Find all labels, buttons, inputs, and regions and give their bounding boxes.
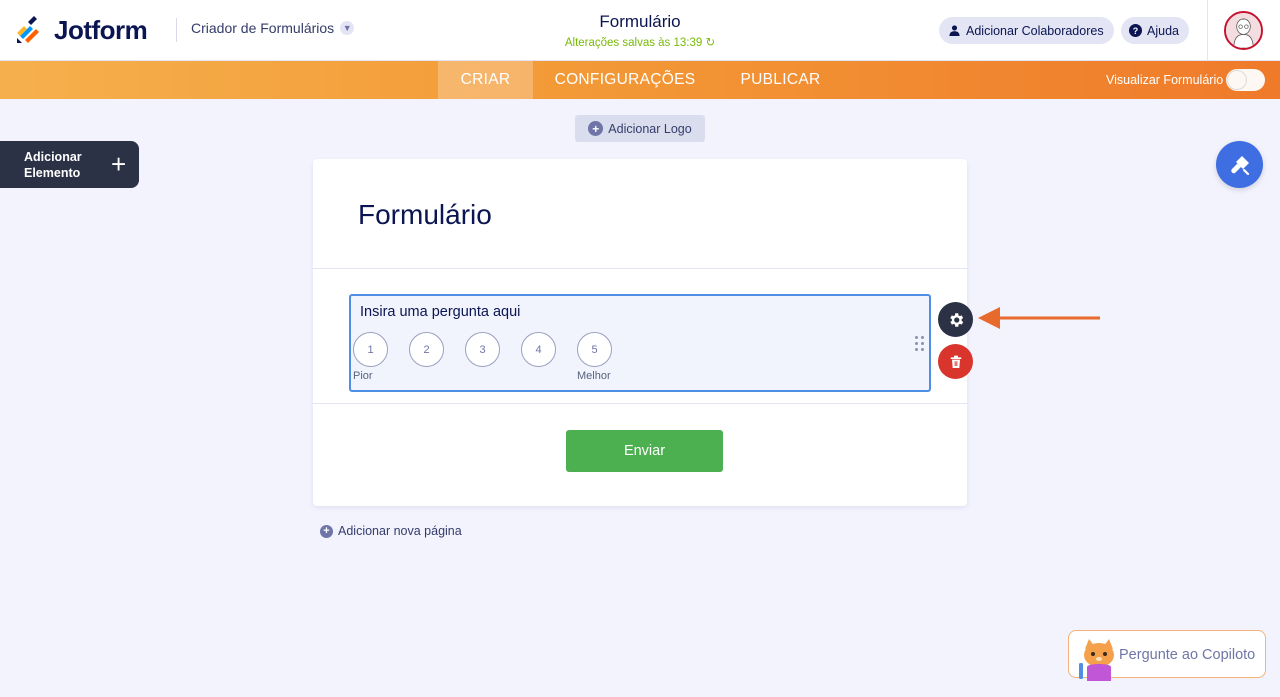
add-new-page-label: Adicionar nova página xyxy=(338,524,462,538)
saved-status: Alterações salvas às 13:39 ↻ xyxy=(564,37,716,49)
divider xyxy=(313,268,967,269)
scale-rating-question[interactable]: Insira uma pergunta aqui 1 2 3 4 5 Pior … xyxy=(349,294,931,392)
add-element-label: Adicionar Elemento xyxy=(24,149,82,180)
form-card: Formulário Insira uma pergunta aqui 1 2 … xyxy=(313,159,967,506)
help-button[interactable]: ? Ajuda xyxy=(1121,17,1189,44)
header-divider xyxy=(176,18,177,42)
plus-icon: + xyxy=(111,149,127,179)
plus-circle-icon: + xyxy=(320,524,333,538)
add-collaborators-button[interactable]: Adicionar Colaboradores xyxy=(939,17,1114,44)
brand-name: Jotform xyxy=(54,14,148,45)
drag-handle-icon[interactable] xyxy=(915,336,925,352)
header-divider-right xyxy=(1207,0,1208,61)
copilot-label: Pergunte ao Copiloto xyxy=(1119,647,1256,663)
help-label: Ajuda xyxy=(1147,23,1179,38)
plus-circle-icon: + xyxy=(588,121,604,136)
rating-option-3[interactable]: 3 xyxy=(465,332,500,367)
gear-icon xyxy=(949,312,963,327)
question-icon: ? xyxy=(1129,24,1142,37)
form-title-header: Formulário Alterações salvas às 13:39 ↻ xyxy=(540,12,740,49)
builder-dropdown[interactable]: Criador de Formulários ▼ xyxy=(191,20,355,36)
tab-publicar[interactable]: PUBLICAR xyxy=(728,61,833,99)
preview-form-toggle[interactable] xyxy=(1226,69,1265,91)
trash-icon xyxy=(950,355,961,368)
rating-option-5[interactable]: 5 xyxy=(577,332,612,367)
top-header: Jotform Criador de Formulários ▼ Formulá… xyxy=(0,0,1280,61)
scale-high-label[interactable]: Melhor xyxy=(577,370,611,382)
annotation-arrow xyxy=(978,307,1100,329)
form-name[interactable]: Formulário xyxy=(540,12,740,32)
add-logo-button[interactable]: + Adicionar Logo xyxy=(575,115,705,142)
add-collaborators-label: Adicionar Colaboradores xyxy=(966,23,1104,38)
add-logo-label: Adicionar Logo xyxy=(608,121,692,136)
tab-criar[interactable]: CRIAR xyxy=(438,61,533,99)
refresh-icon: ↻ xyxy=(705,37,716,49)
user-icon xyxy=(949,25,960,36)
question-label[interactable]: Insira uma pergunta aqui xyxy=(360,304,520,320)
delete-question-button[interactable] xyxy=(938,344,973,379)
toggle-knob xyxy=(1228,71,1246,89)
rating-option-2[interactable]: 2 xyxy=(409,332,444,367)
add-element-button[interactable]: Adicionar Elemento + xyxy=(0,141,139,188)
rating-option-1[interactable]: 1 xyxy=(353,332,388,367)
copilot-cat-icon xyxy=(1079,639,1114,681)
tab-configuracoes[interactable]: CONFIGURAÇÕES xyxy=(540,61,710,99)
jotform-logo-icon xyxy=(17,16,39,43)
preview-form-label: Visualizar Formulário xyxy=(1106,73,1224,87)
add-new-page-button[interactable]: + Adicionar nova página xyxy=(320,524,462,538)
builder-dropdown-label: Criador de Formulários xyxy=(191,20,335,36)
submit-button[interactable]: Enviar xyxy=(566,430,723,472)
rating-option-4[interactable]: 4 xyxy=(521,332,556,367)
chevron-down-icon: ▼ xyxy=(340,21,355,35)
avatar[interactable] xyxy=(1224,11,1263,50)
divider xyxy=(313,403,967,404)
builder-nav: CRIAR CONFIGURAÇÕES PUBLICAR xyxy=(0,61,1280,99)
avatar-image-icon xyxy=(1226,13,1261,48)
paint-roller-icon xyxy=(1230,155,1249,175)
scale-low-label[interactable]: Pior xyxy=(353,370,373,382)
form-heading[interactable]: Formulário xyxy=(358,199,492,231)
ask-copilot-button[interactable]: Pergunte ao Copiloto xyxy=(1068,630,1266,681)
form-designer-button[interactable] xyxy=(1216,141,1263,188)
question-properties-button[interactable] xyxy=(938,302,973,337)
jotform-logo[interactable]: Jotform xyxy=(16,14,148,46)
